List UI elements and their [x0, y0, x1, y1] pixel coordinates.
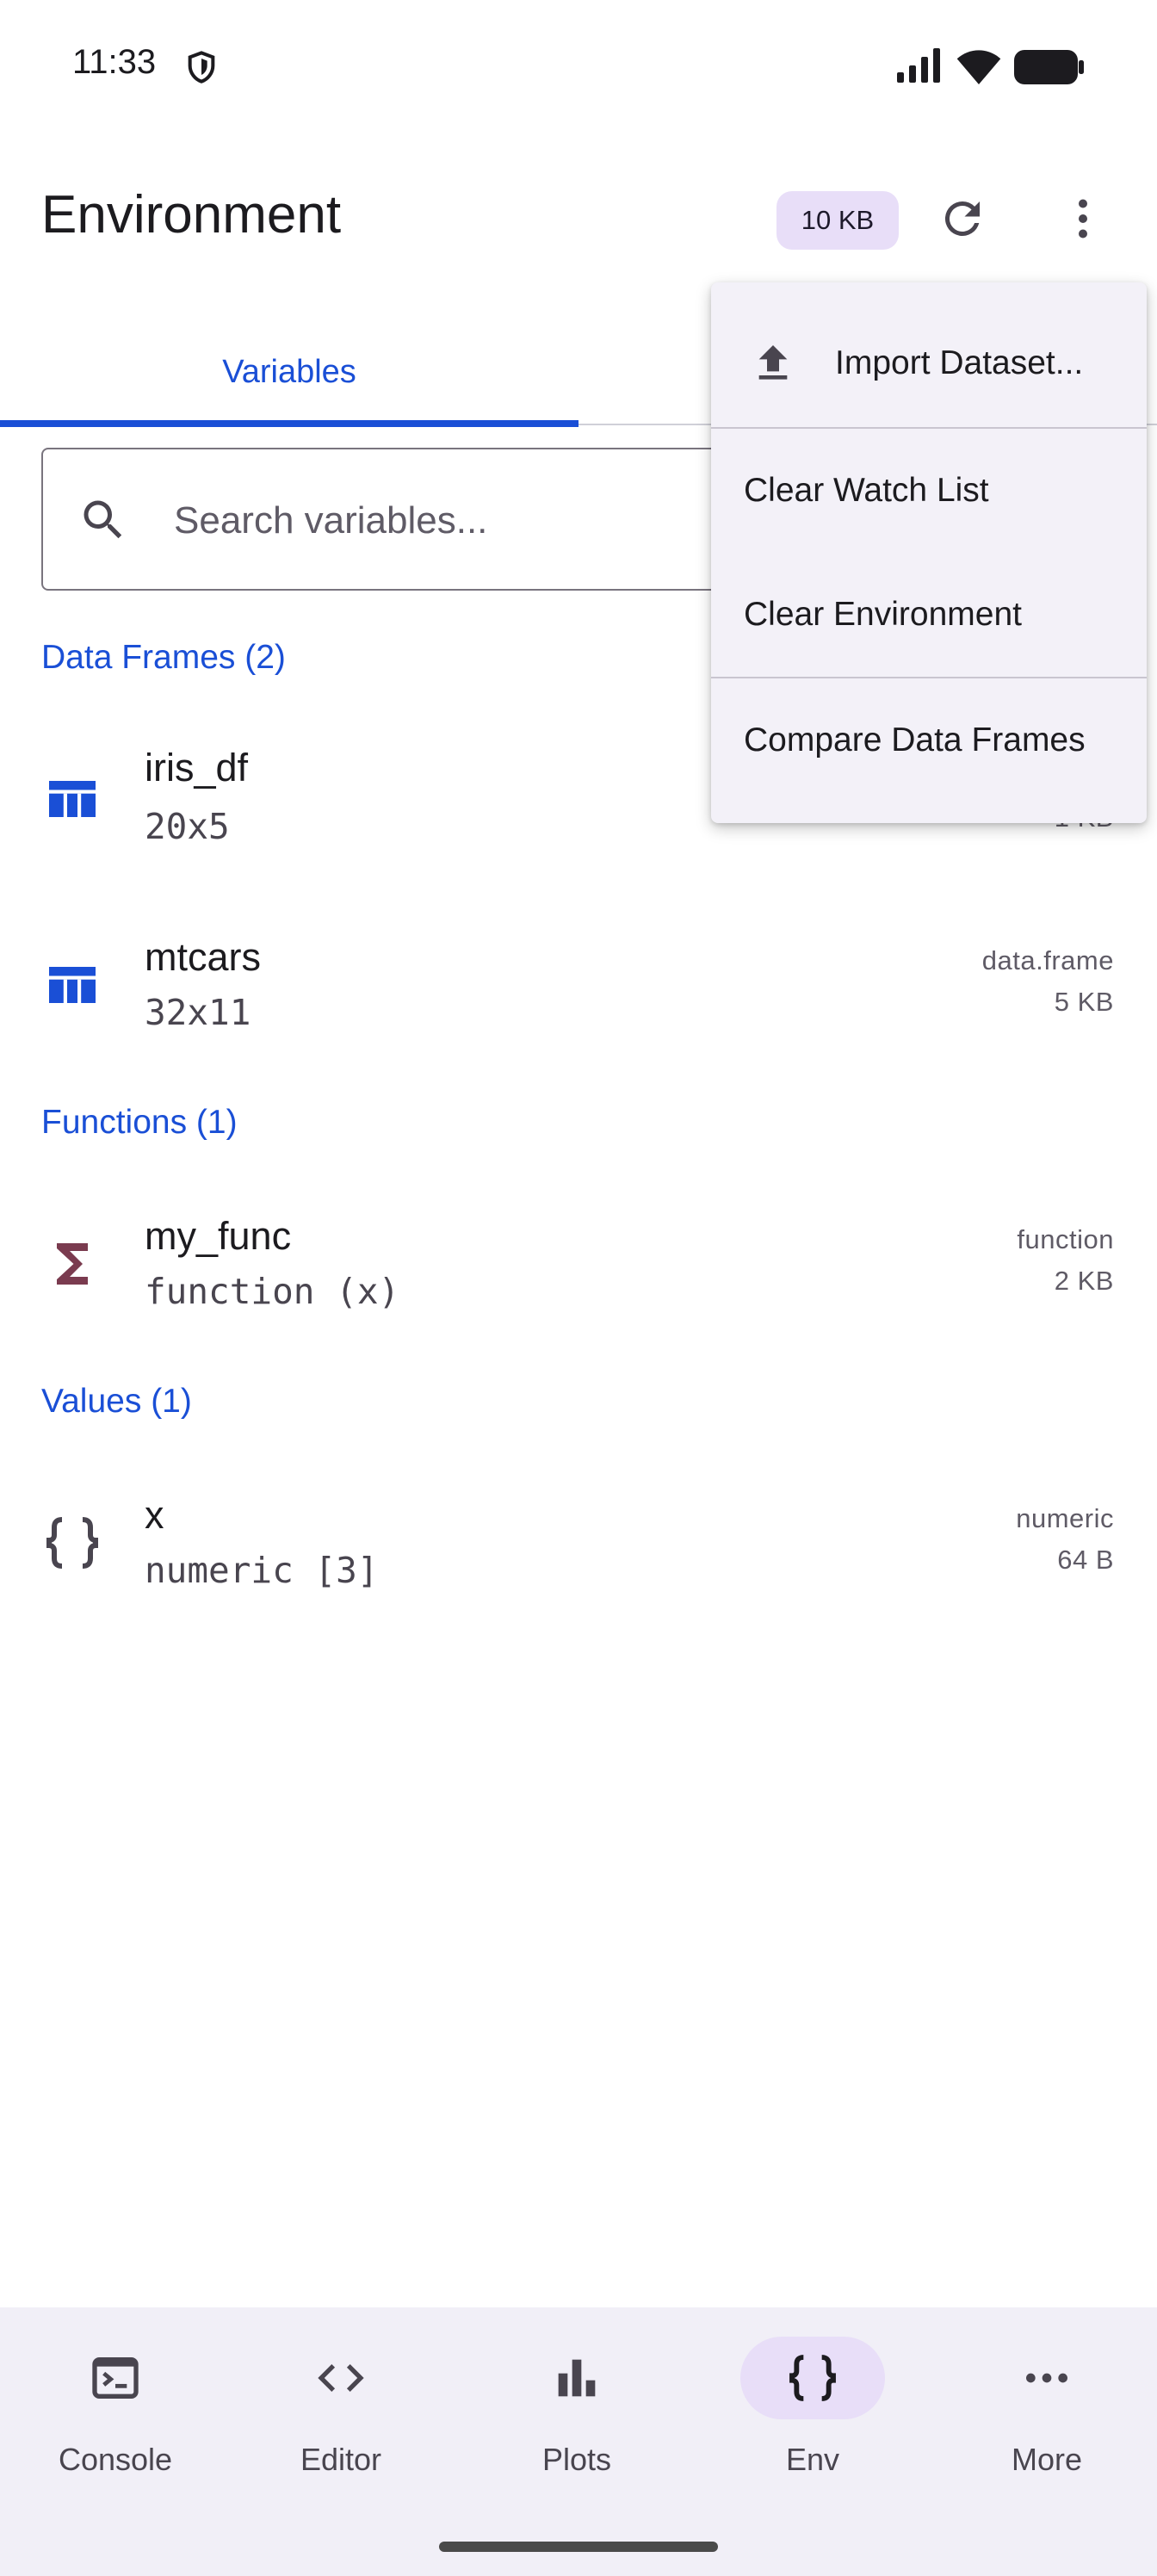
search-icon — [84, 500, 122, 539]
variable-type: data.frame — [981, 945, 1114, 975]
menu-item-label: Import Dataset... — [835, 344, 1084, 381]
nav-label: More — [1011, 2442, 1083, 2477]
more-horiz-icon — [1026, 2373, 1067, 2383]
list-item[interactable]: my_func function (x) function 2 KB — [0, 1185, 1157, 1348]
variable-description: 32x11 — [145, 992, 251, 1033]
variable-name: mtcars — [145, 935, 261, 979]
nav-item-editor[interactable]: Editor — [226, 2337, 456, 2509]
nav-item-console[interactable]: Console — [0, 2337, 231, 2509]
nav-icon-container — [269, 2337, 413, 2419]
menu-item-clear-environment[interactable]: Clear Environment — [711, 565, 1147, 665]
menu-divider — [711, 427, 1147, 429]
list-item[interactable]: mtcars 32x11 data.frame 5 KB — [0, 906, 1157, 1069]
tab-indicator — [0, 420, 578, 427]
signal-icon — [897, 48, 940, 83]
bottom-navigation: Console Editor Plots Env More — [0, 2307, 1157, 2576]
nav-label: Plots — [541, 2442, 612, 2477]
variable-description: 20x5 — [145, 806, 230, 847]
sigma-icon — [57, 1243, 88, 1285]
variable-description: numeric [3] — [145, 1550, 379, 1591]
more-vert-icon — [1079, 199, 1087, 238]
refresh-icon — [944, 201, 980, 236]
braces-icon — [46, 1517, 98, 1569]
braces-icon — [789, 2355, 836, 2401]
status-time: 11:33 — [72, 43, 157, 81]
nav-item-more[interactable]: More — [931, 2337, 1157, 2509]
nav-label: Env — [785, 2442, 840, 2477]
menu-item-label: Clear Environment — [744, 596, 1022, 633]
variable-size: 5 KB — [1054, 987, 1114, 1017]
refresh-button[interactable] — [931, 188, 993, 250]
section-header-data-frames: Data Frames (2) — [41, 639, 286, 676]
nav-label: Editor — [300, 2442, 382, 2477]
variable-description: function (x) — [145, 1271, 400, 1312]
upload-icon — [758, 345, 788, 380]
status-bar: 11:33 — [0, 0, 1157, 129]
tab-label: Variables — [222, 353, 356, 390]
variable-size: 2 KB — [1054, 1266, 1114, 1296]
battery-icon — [1014, 50, 1084, 84]
variable-name: iris_df — [145, 746, 249, 790]
variable-type: numeric — [1016, 1503, 1114, 1533]
variable-name: x — [145, 1493, 164, 1537]
home-indicator[interactable] — [439, 2542, 718, 2552]
table-icon — [49, 781, 96, 817]
overflow-menu-button[interactable] — [1052, 188, 1114, 250]
shield-icon — [188, 51, 215, 84]
memory-usage-badge[interactable]: 10 KB — [776, 191, 899, 250]
nav-icon-container — [43, 2337, 188, 2419]
menu-item-label: Clear Watch List — [744, 472, 989, 509]
variable-size: 64 B — [1057, 1545, 1114, 1575]
table-icon — [49, 967, 96, 1003]
menu-divider — [711, 677, 1147, 678]
variable-type: function — [1017, 1224, 1114, 1254]
menu-item-import-dataset[interactable]: Import Dataset... — [711, 313, 1147, 413]
terminal-icon — [92, 2357, 139, 2399]
menu-item-compare-data-frames[interactable]: Compare Data Frames — [711, 690, 1147, 790]
wifi-icon — [956, 50, 1001, 84]
nav-item-env[interactable]: Env — [697, 2337, 928, 2509]
section-header-functions: Functions (1) — [41, 1104, 238, 1141]
nav-label: Console — [58, 2442, 173, 2477]
overflow-dropdown-menu: Import Dataset... Clear Watch List Clear… — [711, 282, 1147, 823]
nav-icon-container — [504, 2337, 649, 2419]
bar-chart-icon — [558, 2359, 596, 2397]
tab-variables[interactable]: Variables — [0, 319, 578, 427]
nav-item-plots[interactable]: Plots — [461, 2337, 692, 2509]
page-title: Environment — [41, 185, 342, 245]
nav-icon-container — [974, 2337, 1119, 2419]
code-icon — [318, 2364, 364, 2392]
list-item[interactable]: x numeric [3] numeric 64 B — [0, 1464, 1157, 1627]
menu-item-clear-watch-list[interactable]: Clear Watch List — [711, 441, 1147, 541]
variable-name: my_func — [145, 1214, 292, 1258]
menu-item-label: Compare Data Frames — [744, 721, 1086, 759]
section-header-values: Values (1) — [41, 1383, 192, 1420]
nav-icon-container — [740, 2337, 885, 2419]
